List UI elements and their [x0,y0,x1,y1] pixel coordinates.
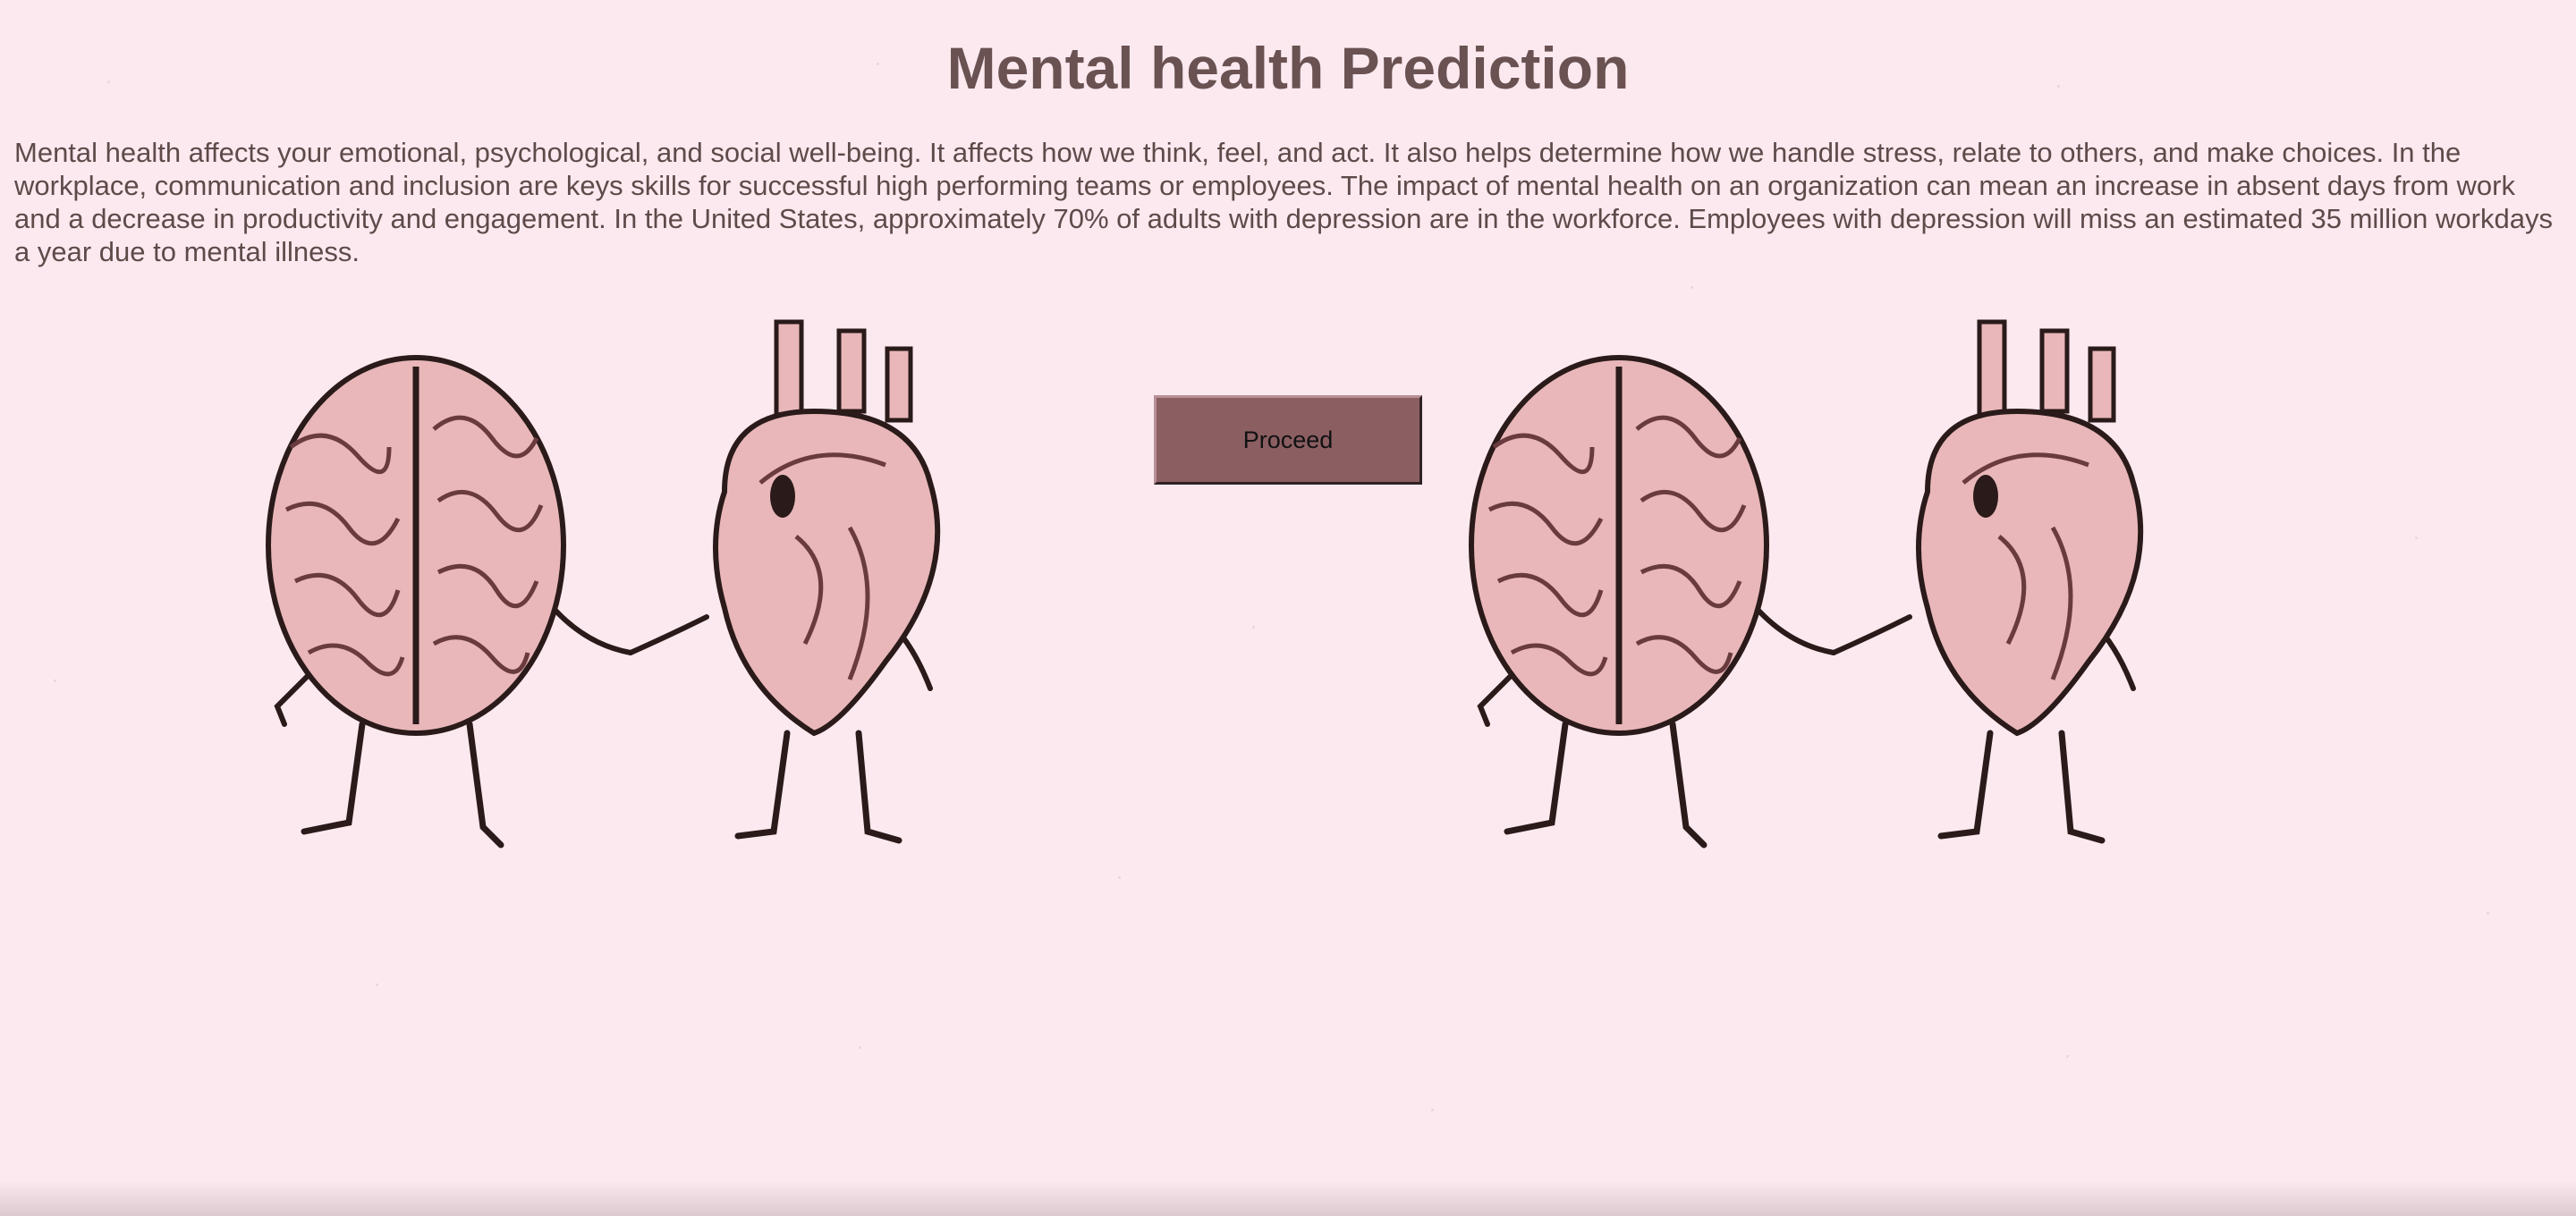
brain-icon [266,355,633,849]
brain-heart-illustration-right [1469,319,2144,849]
heart-icon [628,319,941,844]
bottom-shadow [0,1180,2576,1216]
heart-icon [1831,319,2144,844]
brain-icon [1469,355,1836,849]
proceed-button[interactable]: Proceed [1154,395,1422,485]
brain-heart-illustration-left [266,319,941,849]
page-title: Mental health Prediction [946,35,1630,101]
intro-paragraph: Mental health affects your emotional, ps… [14,137,2553,267]
